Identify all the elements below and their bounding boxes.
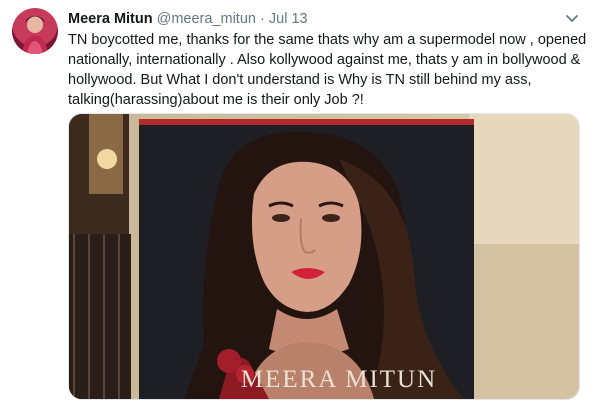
poster-image (69, 114, 579, 399)
tweet-card: Meera Mitun @meera_mitun · Jul 13 TN boy… (0, 0, 600, 400)
poster-caption: MEERA MITUN (240, 366, 438, 393)
tweet-header: Meera Mitun @meera_mitun · Jul 13 (68, 10, 308, 28)
chevron-down-icon[interactable] (562, 8, 582, 28)
display-name[interactable]: Meera Mitun (68, 11, 153, 27)
avatar-image (22, 16, 48, 54)
tweet-text: TN boycotted me, thanks for the same tha… (68, 32, 587, 108)
tweet-photo[interactable]: MEERA MITUN (68, 113, 580, 400)
tweet-date[interactable]: Jul 13 (269, 11, 308, 27)
separator: · (260, 11, 265, 27)
handle[interactable]: @meera_mitun (157, 11, 256, 27)
avatar[interactable] (12, 8, 58, 54)
